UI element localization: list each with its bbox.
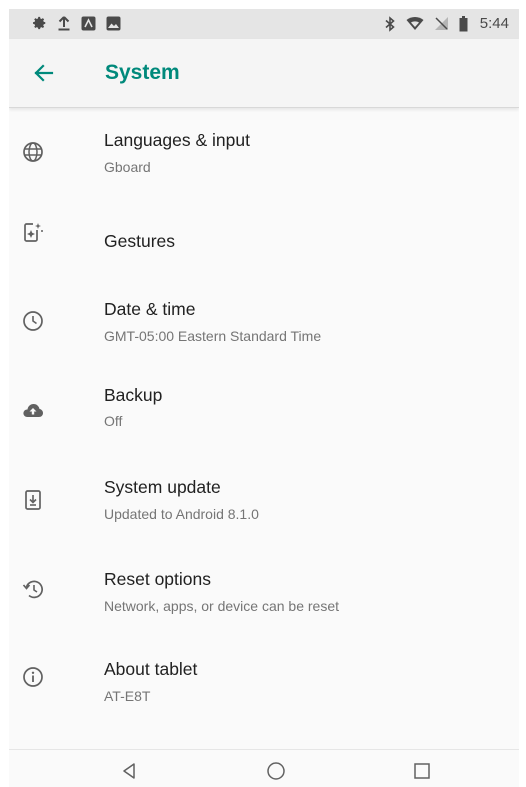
list-item-system-update[interactable]: System update Updated to Android 8.1.0 [9,463,519,551]
upload-icon [58,16,70,31]
info-icon [23,667,43,687]
item-title: Gestures [104,231,175,251]
app-bar: System [9,39,519,108]
screen: 5:44 System Languages & input Gboard Ges… [9,9,519,787]
item-subtitle: Network, apps, or device can be reset [104,598,340,614]
wifi-icon [406,17,424,30]
item-title: Date & time [104,299,196,319]
item-title: System update [104,477,221,497]
bluetooth-icon [385,15,395,32]
image-icon [106,16,121,30]
navigation-bar [9,749,519,787]
page-title: System [105,61,180,84]
list-item-about-tablet[interactable]: About tablet AT-E8T [9,639,519,727]
status-bar-left [31,15,121,31]
item-subtitle: Off [104,413,123,429]
status-bar: 5:44 [9,9,519,39]
home-nav-icon[interactable] [265,760,287,782]
status-time: 5:44 [479,15,509,32]
status-bar-right: 5:44 [384,15,509,32]
restore-icon [22,580,43,599]
list-item-reset-options[interactable]: Reset options Network, apps, or device c… [9,551,519,639]
item-subtitle: Updated to Android 8.1.0 [104,506,259,522]
battery-icon [459,15,468,31]
globe-icon [23,142,43,162]
clock-icon [23,311,43,331]
list-item-languages-input[interactable]: Languages & input Gboard [9,111,519,199]
item-subtitle: AT-E8T [104,688,151,704]
item-title: Backup [104,385,163,405]
list-item-backup[interactable]: Backup Off [9,375,519,463]
recents-nav-icon[interactable] [411,760,433,782]
system-update-icon [25,490,41,510]
notification-icon [81,16,96,30]
no-sim-icon [434,17,448,30]
item-subtitle: GMT-05:00 Eastern Standard Time [104,328,322,344]
item-title: About tablet [104,659,198,679]
item-subtitle: Gboard [104,159,151,175]
back-nav-icon[interactable] [119,760,141,782]
list-item-gestures[interactable]: Gestures [9,199,519,287]
settings-icon [33,16,46,30]
item-title: Reset options [104,569,212,589]
list-item-date-time[interactable]: Date & time GMT-05:00 Eastern Standard T… [9,287,519,375]
cloud-upload-icon [23,404,43,417]
arrow-back-icon[interactable] [31,60,57,86]
gestures-icon [24,221,43,242]
item-title: Languages & input [104,130,250,150]
